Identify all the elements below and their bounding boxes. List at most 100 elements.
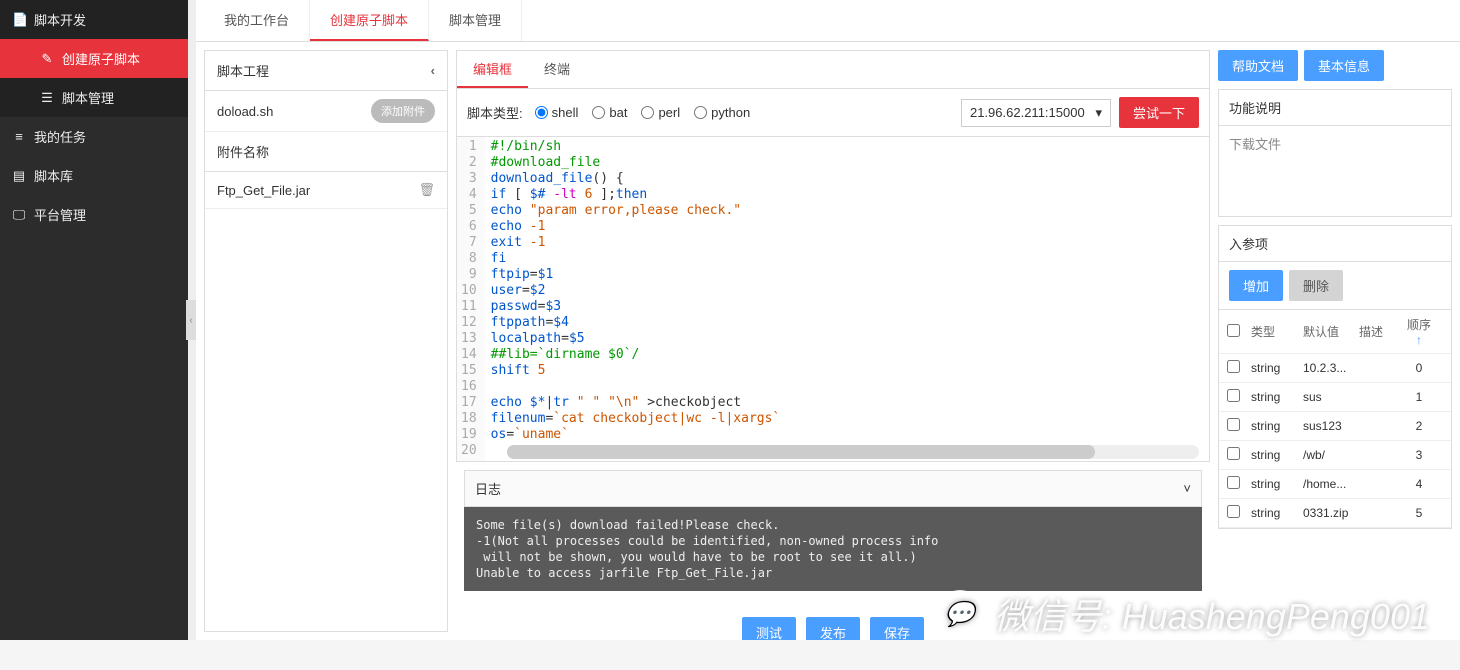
edit-icon: ✎ [40,51,54,67]
function-desc-box: 功能说明 下载文件 [1218,89,1452,217]
attachment-title: 附件名称 [217,142,269,161]
library-icon: ▤ [12,168,26,184]
tab-manage[interactable]: 脚本管理 [429,0,522,41]
collapse-left-icon[interactable]: ‹ [431,63,435,78]
param-default: /home... [1303,477,1359,491]
col-desc: 描述 [1359,323,1405,340]
param-type: string [1251,390,1303,404]
horizontal-scrollbar[interactable] [507,445,1199,459]
collapse-bar[interactable]: ‹ [188,0,196,640]
filename[interactable]: doload.sh [217,104,273,119]
collapse-handle-icon[interactable]: ‹ [186,300,196,340]
subtab-terminal[interactable]: 终端 [528,51,586,88]
param-order: 4 [1405,477,1433,491]
params-title: 入参项 [1219,226,1451,262]
subtab-editor[interactable]: 编辑框 [457,51,528,88]
param-add-button[interactable]: 增加 [1229,270,1283,301]
function-desc-body[interactable]: 下载文件 [1219,126,1451,216]
param-order: 2 [1405,419,1433,433]
param-check[interactable] [1227,418,1240,431]
param-check[interactable] [1227,447,1240,460]
attachment-item[interactable]: Ftp_Get_File.jar 🗑 [205,172,447,209]
sidebar-nav-mytasks[interactable]: ≡ 我的任务 [0,117,188,156]
project-title: 脚本工程 [217,61,269,80]
add-attachment-button[interactable]: 添加附件 [371,99,435,123]
param-check[interactable] [1227,505,1240,518]
col-default: 默认值 [1303,323,1359,340]
tab-create[interactable]: 创建原子脚本 [310,0,429,41]
radio-python[interactable]: python [694,105,750,120]
col-order[interactable]: 顺序 ↑ [1405,316,1433,347]
radio-shell[interactable]: shell [535,105,579,120]
log-title: 日志 [475,479,501,498]
param-order: 0 [1405,361,1433,375]
tab-workbench[interactable]: 我的工作台 [204,0,310,41]
sidebar-nav-scriptlib[interactable]: ▤ 脚本库 [0,156,188,195]
monitor-icon: 🖵 [12,207,26,223]
param-order: 1 [1405,390,1433,404]
project-panel-header: 脚本工程 ‹ [205,51,447,91]
trash-icon[interactable]: 🗑 [418,182,435,198]
param-row[interactable]: string /wb/ 3 [1219,441,1451,470]
script-toolbar: 脚本类型: shell bat perl python 21.96.62.211… [457,89,1209,137]
sidebar: 📄 脚本开发 ✎ 创建原子脚本 ☰ 脚本管理 ≡ 我的任务 ▤ 脚本库 🖵 平台… [0,0,188,640]
param-type: string [1251,361,1303,375]
code-area[interactable]: #!/bin/sh#download_filedownload_file() {… [485,137,1209,461]
param-row[interactable]: string sus123 2 [1219,412,1451,441]
param-delete-button[interactable]: 删除 [1289,270,1343,301]
file-row: doload.sh 添加附件 [205,91,447,132]
doc-icon: 📄 [12,12,26,28]
host-value: 21.96.62.211:15000 [970,105,1085,120]
sidebar-header[interactable]: 📄 脚本开发 [0,0,188,39]
param-row[interactable]: string 10.2.3... 0 [1219,354,1451,383]
chevron-down-icon: ▾ [1095,105,1102,121]
project-panel: 脚本工程 ‹ doload.sh 添加附件 附件名称 Ftp_Get_File.… [204,50,448,632]
radio-bat[interactable]: bat [592,105,627,120]
script-type-label: 脚本类型: [467,103,523,122]
sidebar-item-label: 脚本管理 [62,88,114,107]
host-select[interactable]: 21.96.62.211:15000 ▾ [961,99,1111,127]
help-button[interactable]: 帮助文档 [1218,50,1298,81]
sidebar-nav-label: 脚本库 [34,166,73,185]
param-type: string [1251,477,1303,491]
param-order: 5 [1405,506,1433,520]
right-panel: 帮助文档 基本信息 功能说明 下载文件 入参项 增加 删除 类型 [1218,50,1452,632]
editor-panel: 编辑框 终端 脚本类型: shell bat perl python [456,50,1210,462]
param-table-header: 类型 默认值 描述 顺序 ↑ [1219,310,1451,354]
params-box: 入参项 增加 删除 类型 默认值 描述 顺序 ↑ string 10.2.3..… [1218,225,1452,529]
main: 我的工作台 创建原子脚本 脚本管理 脚本工程 ‹ doload.sh 添加附件 … [196,0,1460,640]
log-header[interactable]: 日志 ˅ [464,470,1202,507]
basic-info-button[interactable]: 基本信息 [1304,50,1384,81]
param-type: string [1251,419,1303,433]
param-default: sus123 [1303,419,1359,433]
sidebar-item-create[interactable]: ✎ 创建原子脚本 [0,39,188,78]
col-type: 类型 [1251,323,1303,340]
param-check-all[interactable] [1227,324,1240,337]
sidebar-nav-platform[interactable]: 🖵 平台管理 [0,195,188,234]
scrollbar-thumb[interactable] [507,445,1095,459]
radio-perl[interactable]: perl [641,105,680,120]
chevron-down-icon[interactable]: ˅ [1183,481,1191,496]
param-row[interactable]: string sus 1 [1219,383,1451,412]
param-check[interactable] [1227,360,1240,373]
line-gutter: 1234567891011121314151617181920 [457,137,485,461]
code-editor[interactable]: 1234567891011121314151617181920 #!/bin/s… [457,137,1209,461]
workarea: 脚本工程 ‹ doload.sh 添加附件 附件名称 Ftp_Get_File.… [196,42,1460,640]
tasks-icon: ≡ [12,129,26,144]
publish-button[interactable]: 发布 [806,617,860,640]
param-default: 0331.zip [1303,506,1359,520]
function-desc-title: 功能说明 [1219,90,1451,126]
param-row[interactable]: string 0331.zip 5 [1219,499,1451,528]
try-button[interactable]: 尝试一下 [1119,97,1199,128]
log-body: Some file(s) download failed!Please chec… [464,507,1202,591]
list-icon: ☰ [40,90,54,106]
param-check[interactable] [1227,389,1240,402]
tabs: 我的工作台 创建原子脚本 脚本管理 [196,0,1460,42]
save-button[interactable]: 保存 [870,617,924,640]
sidebar-nav-label: 平台管理 [34,205,86,224]
bottom-actions: 测试 发布 保存 [456,607,1210,640]
test-button[interactable]: 测试 [742,617,796,640]
sidebar-item-manage[interactable]: ☰ 脚本管理 [0,78,188,117]
param-check[interactable] [1227,476,1240,489]
param-row[interactable]: string /home... 4 [1219,470,1451,499]
